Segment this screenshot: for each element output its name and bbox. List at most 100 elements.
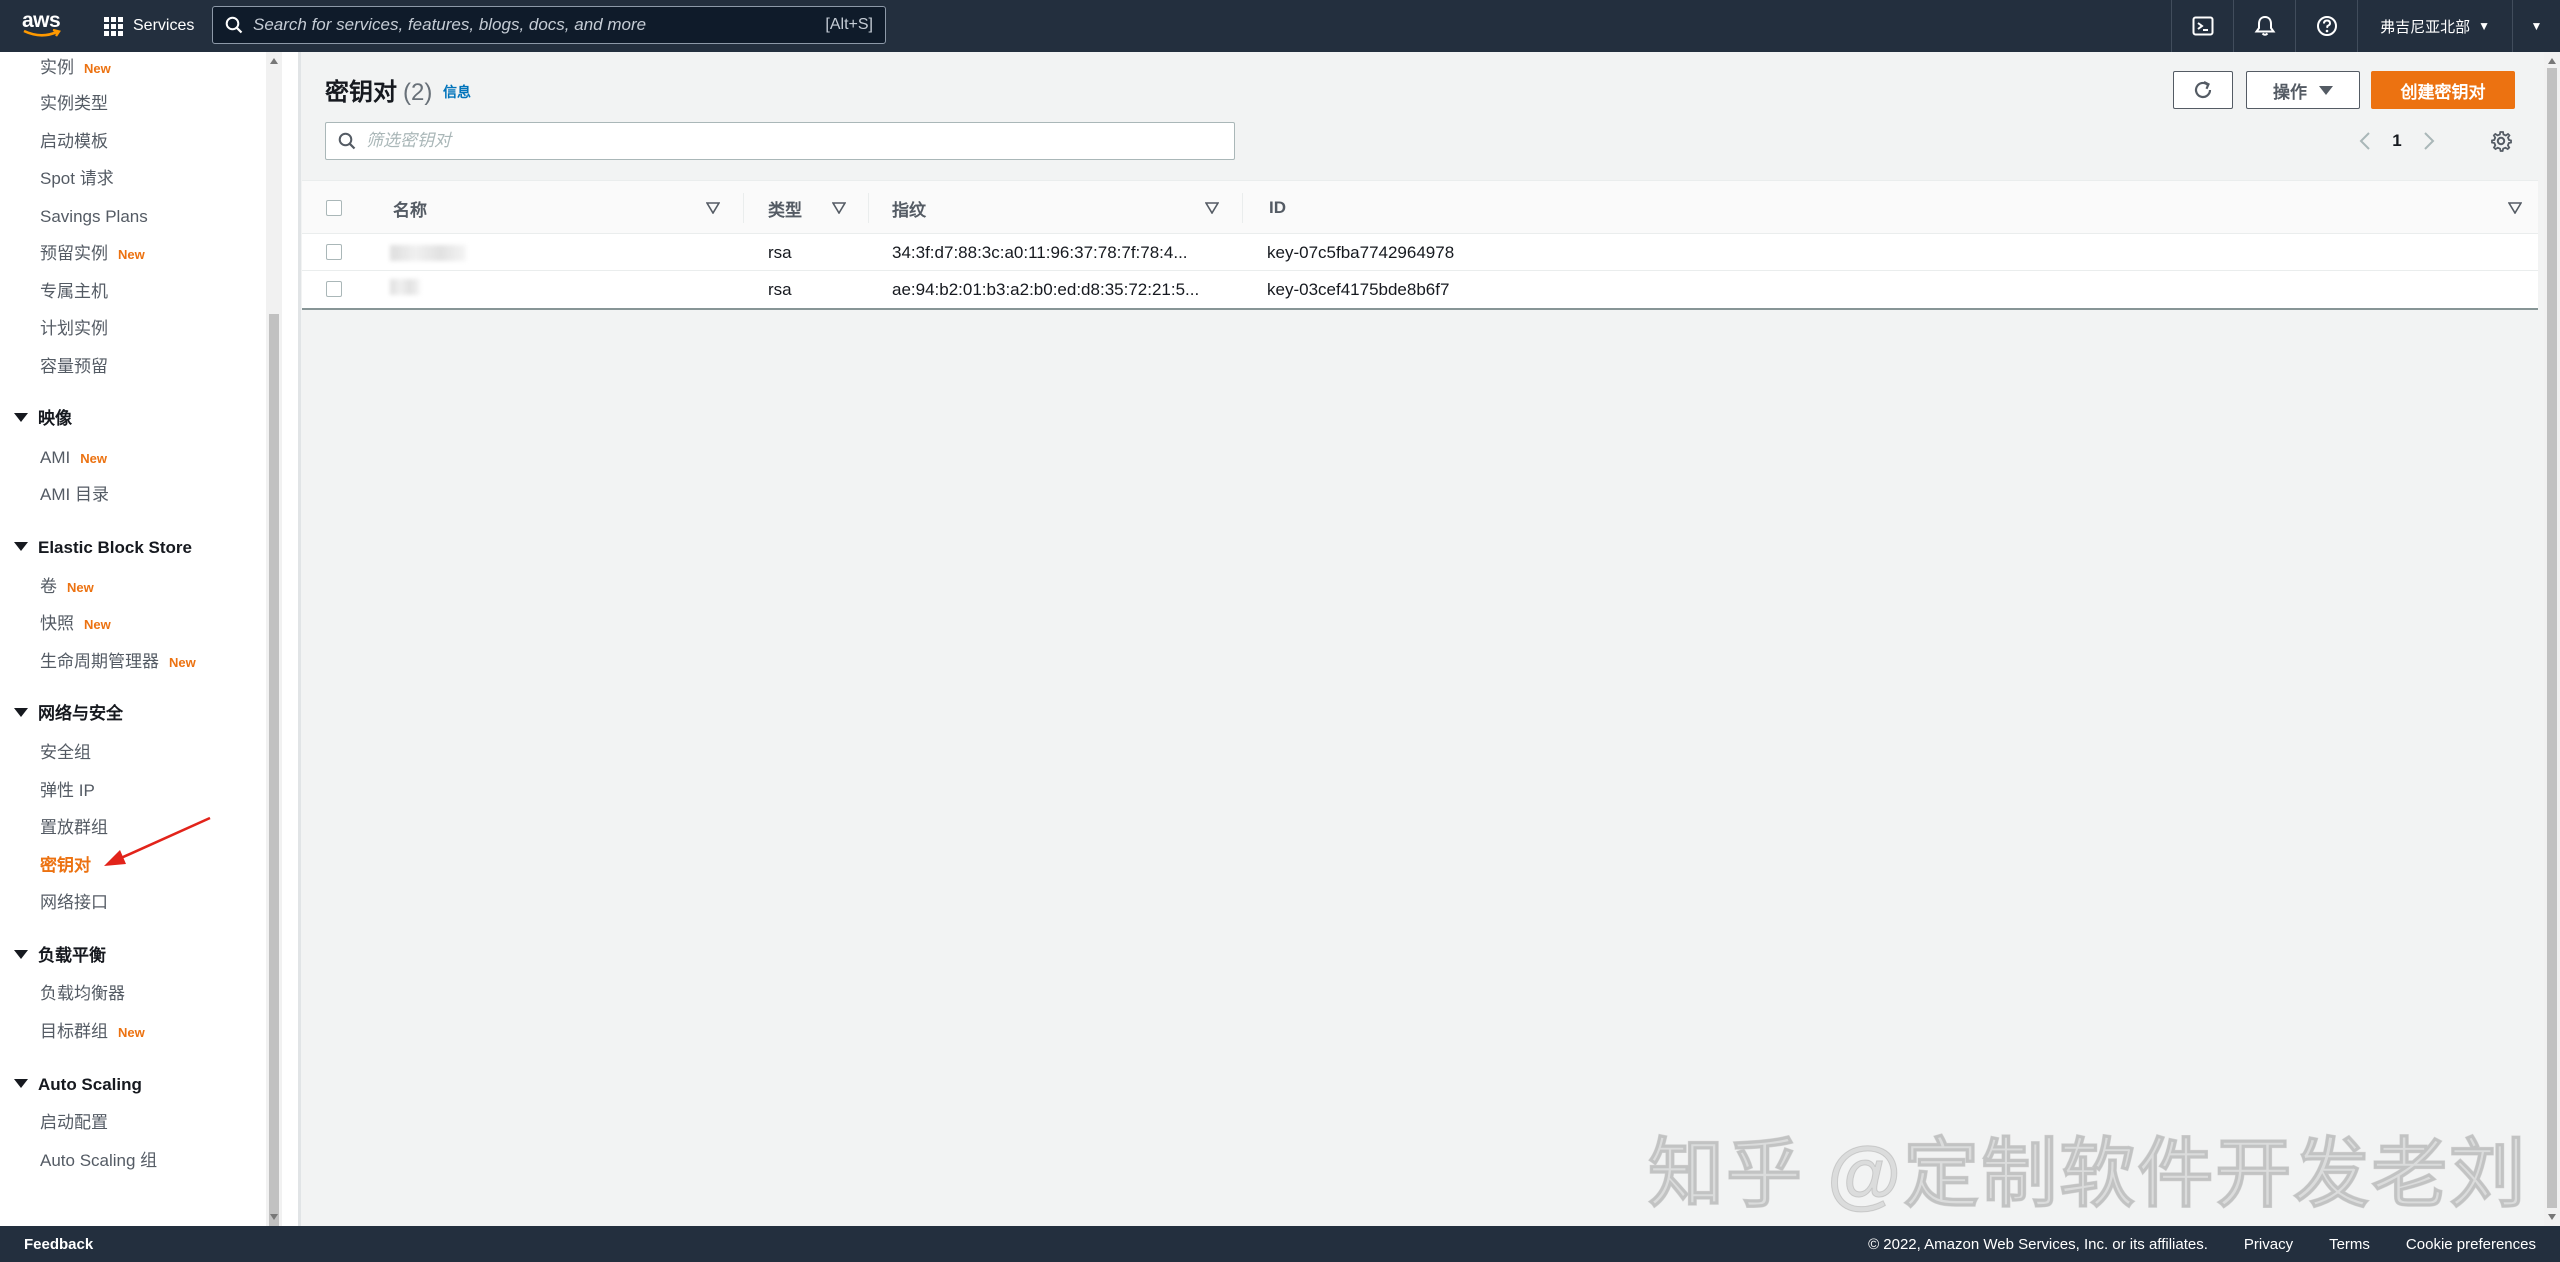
column-header-type[interactable]: 类型 — [768, 181, 868, 235]
footer: Feedback © 2022, Amazon Web Services, In… — [0, 1226, 2560, 1262]
bell-icon — [2254, 15, 2276, 36]
filter-input[interactable] — [366, 131, 1206, 151]
redacted-name — [390, 279, 420, 295]
scroll-down-icon[interactable] — [270, 1214, 278, 1220]
sidebar-item-key-pairs[interactable]: 密钥对 — [40, 854, 91, 878]
row-fingerprint: ae:94:b2:01:b3:a2:b0:ed:d8:35:72:21:5... — [892, 280, 1200, 299]
table-row[interactable]: rsa ae:94:b2:01:b3:a2:b0:ed:d8:35:72:21:… — [302, 271, 2538, 308]
top-navigation: aws Services [Alt+S] — [0, 0, 2560, 52]
main-scrollbar-thumb[interactable] — [2547, 68, 2557, 1208]
column-divider — [743, 193, 744, 223]
row-fingerprint: 34:3f:d7:88:3c:a0:11:96:37:78:7f:78:4... — [892, 243, 1188, 262]
table-header: 名称 类型 指纹 ID — [302, 180, 2538, 234]
region-selector[interactable]: 弗吉尼亚北部 ▼ — [2357, 0, 2512, 52]
key-pairs-table: 名称 类型 指纹 ID rsa 34:3f:d7:88:3c:a0:11:96:… — [302, 180, 2538, 310]
privacy-link[interactable]: Privacy — [2244, 1236, 2293, 1253]
sidebar-item-scheduled-instances[interactable]: 计划实例 — [40, 317, 108, 341]
sidebar-item-ami-catalog[interactable]: AMI 目录 — [40, 483, 109, 507]
sidebar-item-auto-scaling-groups[interactable]: Auto Scaling 组 — [40, 1149, 157, 1173]
sort-icon — [1205, 202, 1219, 214]
main-scrollbar[interactable] — [2544, 52, 2560, 1226]
sidebar-item-dedicated-hosts[interactable]: 专属主机 — [40, 280, 108, 304]
caret-down-icon — [14, 1079, 28, 1089]
sidebar-item-launch-templates[interactable]: 启动模板 — [40, 130, 108, 154]
global-search-input[interactable] — [253, 15, 813, 35]
key-pair-count: (2) — [403, 79, 433, 106]
sidebar-section-ebs[interactable]: Elastic Block Store — [14, 536, 192, 560]
previous-page-button[interactable] — [2352, 128, 2378, 154]
sort-icon — [2508, 202, 2522, 214]
sidebar-item-reserved-instances[interactable]: 预留实例 New — [40, 242, 145, 266]
sidebar-item-ami[interactable]: AMI New — [40, 446, 107, 470]
grid-icon — [104, 16, 123, 36]
help-button[interactable] — [2295, 0, 2357, 52]
next-page-button[interactable] — [2416, 128, 2442, 154]
caret-down-icon — [2319, 85, 2333, 95]
column-divider — [868, 193, 869, 223]
actions-dropdown-button[interactable]: 操作 — [2246, 71, 2360, 109]
table-row[interactable]: rsa 34:3f:d7:88:3c:a0:11:96:37:78:7f:78:… — [302, 234, 2538, 271]
account-menu-button[interactable]: ▼ — [2512, 0, 2560, 52]
sidebar-section-images[interactable]: 映像 — [14, 407, 72, 431]
search-shortcut-hint: [Alt+S] — [825, 16, 873, 33]
sidebar-item-elastic-ips[interactable]: 弹性 IP — [40, 779, 95, 803]
row-type: rsa — [768, 280, 792, 299]
sidebar-item-capacity-reservations[interactable]: 容量预留 — [40, 355, 108, 379]
scroll-down-icon[interactable] — [2548, 1214, 2556, 1220]
footer-links: © 2022, Amazon Web Services, Inc. or its… — [1868, 1226, 2536, 1262]
chevron-right-icon — [2424, 132, 2435, 150]
column-header-id[interactable]: ID — [1269, 181, 2529, 235]
scroll-up-icon[interactable] — [270, 58, 278, 64]
sidebar-section-auto-scaling[interactable]: Auto Scaling — [14, 1073, 142, 1097]
sort-icon — [706, 202, 720, 214]
sidebar-section-load-balancing[interactable]: 负载平衡 — [14, 944, 106, 968]
cloudshell-button[interactable] — [2171, 0, 2233, 52]
preferences-button[interactable] — [2488, 128, 2514, 154]
row-checkbox[interactable] — [326, 281, 342, 297]
sidebar-item-lifecycle-manager[interactable]: 生命周期管理器 New — [40, 650, 196, 674]
sidebar: 实例 New 实例类型 启动模板 Spot 请求 Savings Plans 预留… — [0, 52, 298, 1226]
sidebar-item-network-interfaces[interactable]: 网络接口 — [40, 891, 108, 915]
scroll-up-icon[interactable] — [2548, 58, 2556, 64]
sidebar-item-load-balancers[interactable]: 负载均衡器 — [40, 982, 125, 1006]
sidebar-section-network-security[interactable]: 网络与安全 — [14, 702, 123, 726]
services-menu-button[interactable]: Services — [104, 0, 194, 52]
gear-icon — [2491, 131, 2512, 152]
terminal-icon — [2192, 16, 2214, 36]
page-title: 密钥对 (2) — [325, 79, 433, 106]
sidebar-item-snapshots[interactable]: 快照 New — [40, 612, 111, 636]
column-header-fingerprint[interactable]: 指纹 — [892, 181, 1222, 235]
sidebar-item-target-groups[interactable]: 目标群组 New — [40, 1020, 145, 1044]
aws-logo[interactable]: aws — [22, 10, 64, 41]
sidebar-divider — [298, 52, 301, 1226]
refresh-button[interactable] — [2173, 71, 2233, 109]
cookie-preferences-link[interactable]: Cookie preferences — [2406, 1236, 2536, 1253]
search-icon — [225, 16, 243, 34]
column-header-name[interactable]: 名称 — [393, 181, 723, 235]
create-key-pair-button[interactable]: 创建密钥对 — [2371, 71, 2515, 109]
sidebar-scrollbar-thumb[interactable] — [269, 314, 279, 1226]
current-page-number[interactable]: 1 — [2378, 131, 2416, 151]
global-search[interactable]: [Alt+S] — [212, 6, 886, 44]
filter-box[interactable] — [325, 122, 1235, 160]
services-label: Services — [133, 17, 195, 34]
notifications-button[interactable] — [2233, 0, 2295, 52]
row-checkbox[interactable] — [326, 244, 342, 260]
info-link[interactable]: 信息 — [443, 82, 471, 102]
feedback-link[interactable]: Feedback — [24, 1236, 93, 1253]
sidebar-item-savings-plans[interactable]: Savings Plans — [40, 205, 148, 229]
caret-down-icon — [14, 413, 28, 423]
sidebar-scrollbar[interactable] — [266, 52, 282, 1226]
caret-down-icon — [14, 708, 28, 718]
column-divider — [1242, 193, 1243, 223]
sidebar-item-instance-types[interactable]: 实例类型 — [40, 92, 108, 116]
sidebar-item-launch-configurations[interactable]: 启动配置 — [40, 1111, 108, 1135]
refresh-icon — [2194, 81, 2212, 99]
sidebar-item-security-groups[interactable]: 安全组 — [40, 741, 91, 765]
sidebar-item-volumes[interactable]: 卷 New — [40, 575, 94, 599]
sidebar-item-instances[interactable]: 实例 New — [40, 56, 111, 80]
caret-down-icon: ▼ — [2530, 19, 2543, 33]
terms-link[interactable]: Terms — [2329, 1236, 2370, 1253]
sidebar-item-spot-requests[interactable]: Spot 请求 — [40, 167, 114, 191]
select-all-checkbox[interactable] — [326, 200, 342, 216]
